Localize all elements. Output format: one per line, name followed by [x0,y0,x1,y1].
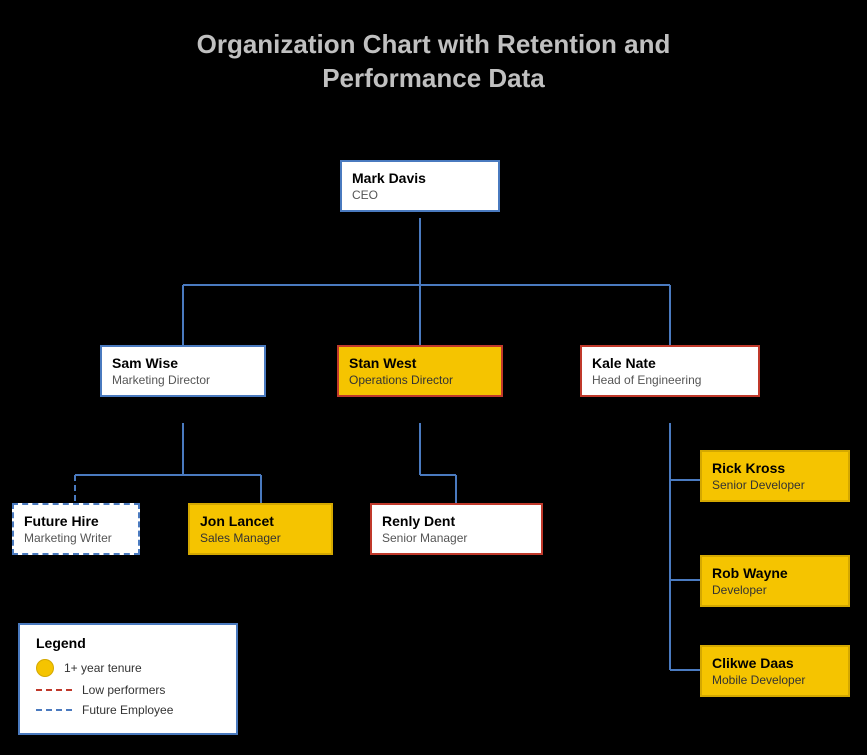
node-renly-dent[interactable]: Renly Dent Senior Manager [370,503,543,555]
rob-wayne-name: Rob Wayne [712,565,838,581]
node-future-hire[interactable]: Future Hire Marketing Writer [12,503,140,555]
node-rick-kross[interactable]: Rick Kross Senior Developer [700,450,850,502]
legend-item-future-employee: Future Employee [36,703,220,717]
renly-dent-role: Senior Manager [382,531,531,545]
legend-item-tenure: 1+ year tenure [36,659,220,677]
rob-wayne-role: Developer [712,583,838,597]
legend-tenure-label: 1+ year tenure [64,661,142,675]
kale-nate-role: Head of Engineering [592,373,748,387]
node-jon-lancet[interactable]: Jon Lancet Sales Manager [188,503,333,555]
legend-circle-icon [36,659,54,677]
node-kale-nate[interactable]: Kale Nate Head of Engineering [580,345,760,397]
sam-wise-name: Sam Wise [112,355,254,371]
node-stan-west[interactable]: Stan West Operations Director [337,345,503,397]
stan-west-name: Stan West [349,355,491,371]
future-hire-role: Marketing Writer [24,531,128,545]
rick-kross-name: Rick Kross [712,460,838,476]
legend-dashed-red-icon [36,689,72,691]
node-sam-wise[interactable]: Sam Wise Marketing Director [100,345,266,397]
kale-nate-name: Kale Nate [592,355,748,371]
legend: Legend 1+ year tenure Low performers Fut… [18,623,238,735]
page-title: Organization Chart with Retention and Pe… [0,0,867,96]
legend-low-performers-label: Low performers [82,683,165,697]
node-mark-davis[interactable]: Mark Davis CEO [340,160,500,212]
renly-dent-name: Renly Dent [382,513,531,529]
mark-davis-role: CEO [352,188,488,202]
jon-lancet-role: Sales Manager [200,531,321,545]
sam-wise-role: Marketing Director [112,373,254,387]
node-clikwe-daas[interactable]: Clikwe Daas Mobile Developer [700,645,850,697]
mark-davis-name: Mark Davis [352,170,488,186]
jon-lancet-name: Jon Lancet [200,513,321,529]
legend-future-employee-label: Future Employee [82,703,173,717]
legend-title: Legend [36,635,220,651]
legend-item-low-performers: Low performers [36,683,220,697]
legend-dashed-blue-icon [36,709,72,711]
node-rob-wayne[interactable]: Rob Wayne Developer [700,555,850,607]
stan-west-role: Operations Director [349,373,491,387]
future-hire-name: Future Hire [24,513,128,529]
chart-area: Mark Davis CEO Sam Wise Marketing Direct… [0,140,867,755]
rick-kross-role: Senior Developer [712,478,838,492]
clikwe-daas-role: Mobile Developer [712,673,838,687]
clikwe-daas-name: Clikwe Daas [712,655,838,671]
